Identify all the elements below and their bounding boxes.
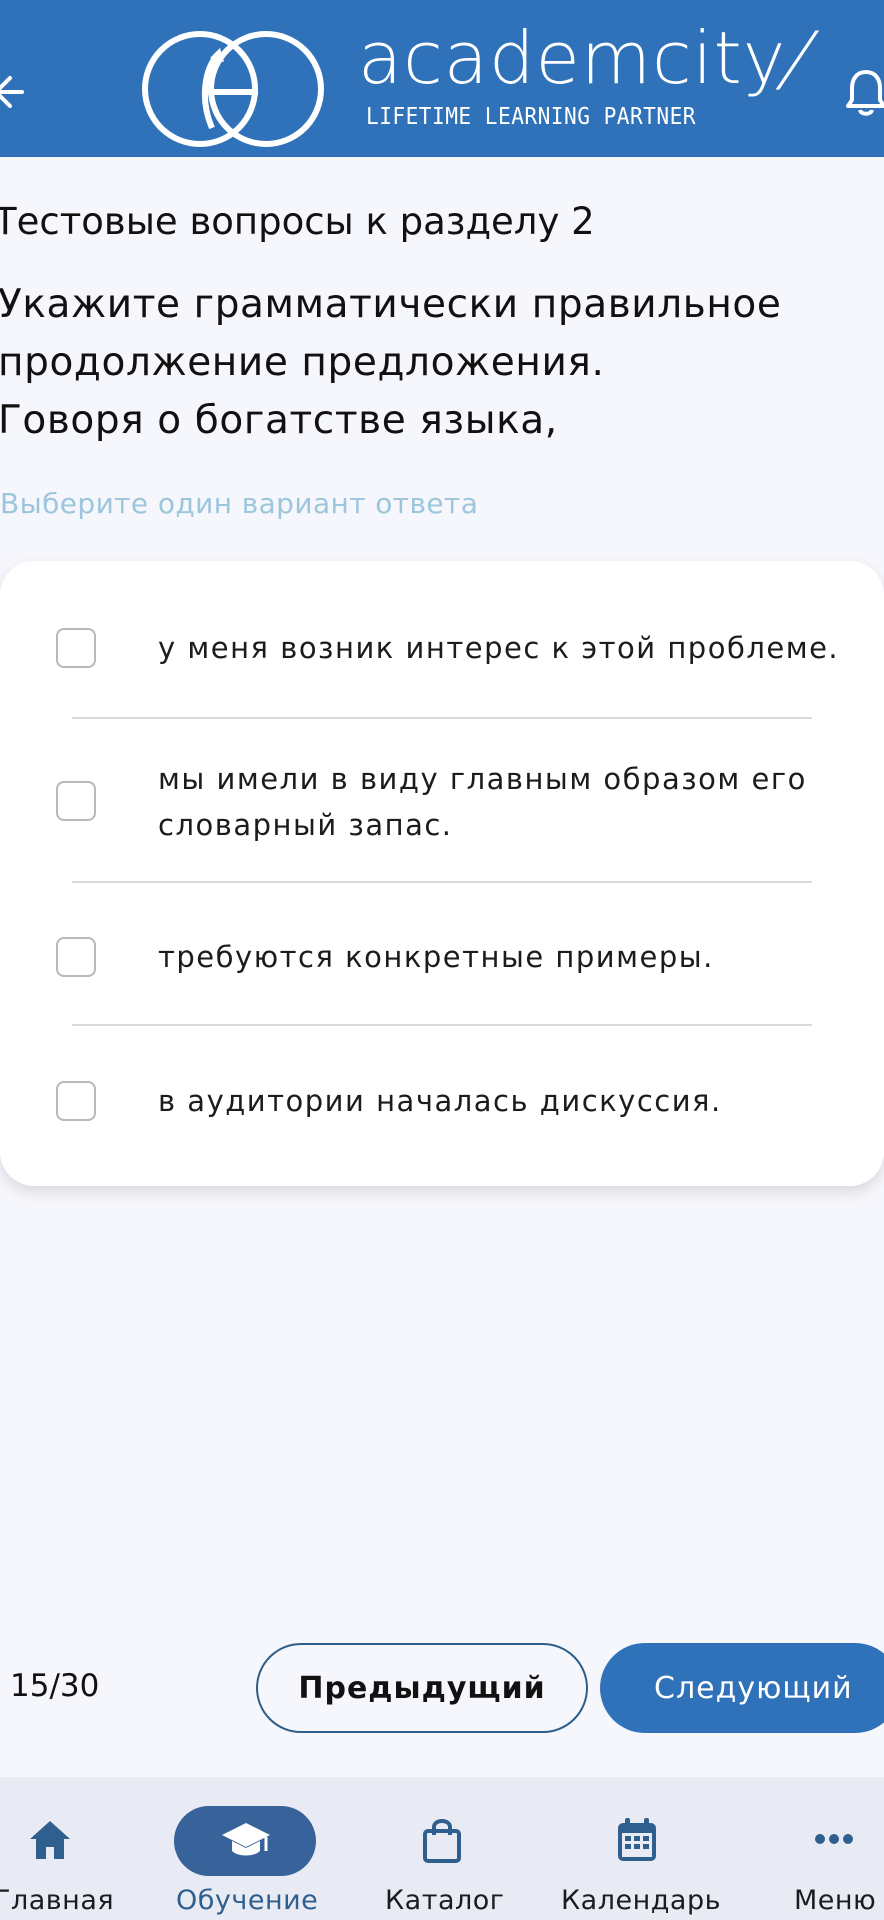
- back-arrow-icon[interactable]: [0, 70, 28, 114]
- tab-calendar[interactable]: Календарь: [560, 1777, 722, 1920]
- answer-option-text: требуются конкретные примеры.: [158, 940, 714, 974]
- logo-mark-icon: [142, 31, 324, 147]
- bottom-tab-bar: Главная Обучение Каталог Календарь Меню: [0, 1777, 884, 1920]
- answer-option[interactable]: мы имели в виду главным образом его слов…: [0, 719, 884, 881]
- answer-option-text: у меня возник интерес к этой проблеме.: [158, 631, 840, 665]
- graduation-cap-icon: [222, 1823, 270, 1856]
- bell-icon[interactable]: [846, 66, 884, 118]
- answer-checkbox[interactable]: [56, 781, 96, 821]
- tab-label: Обучение: [176, 1885, 319, 1916]
- answer-options-card: у меня возник интерес к этой проблеме. м…: [0, 561, 884, 1186]
- shopping-bag-icon: [423, 1819, 461, 1863]
- answer-option-text: в аудитории началась дискуссия.: [158, 1084, 722, 1118]
- question-line: продолжение предложения.: [0, 340, 605, 385]
- question-line: Укажите грамматически правильное: [0, 282, 782, 327]
- question-text: Укажите грамматически правильное продолж…: [0, 276, 858, 450]
- answer-hint: Выберите один вариант ответа: [0, 487, 479, 520]
- tab-label: Каталог: [385, 1885, 505, 1916]
- next-button[interactable]: Следующий: [600, 1643, 884, 1733]
- brand-name: academcity/: [358, 16, 827, 100]
- tab-catalog[interactable]: Каталог: [380, 1777, 504, 1920]
- answer-option[interactable]: у меня возник интерес к этой проблеме.: [0, 561, 884, 717]
- previous-button[interactable]: Предыдущий: [256, 1643, 588, 1733]
- more-dots-icon: [815, 1834, 853, 1844]
- answer-checkbox[interactable]: [56, 937, 96, 977]
- section-title: Тестовые вопросы к разделу 2: [0, 200, 595, 243]
- tab-label: Меню: [794, 1885, 877, 1916]
- app-header: academcity/ LIFETIME LEARNING PARTNER: [0, 0, 884, 157]
- tab-menu[interactable]: Меню: [790, 1777, 884, 1920]
- tab-label: Календарь: [561, 1885, 722, 1916]
- answer-option[interactable]: требуются конкретные примеры.: [0, 883, 884, 1024]
- question-line: Говоря о богатстве языка,: [0, 398, 558, 443]
- calendar-icon: [618, 1818, 656, 1861]
- tab-learning[interactable]: Обучение: [174, 1777, 319, 1920]
- tab-home[interactable]: Главная: [0, 1777, 114, 1920]
- answer-checkbox[interactable]: [56, 628, 96, 668]
- brand-tagline: LIFETIME LEARNING PARTNER: [366, 104, 696, 130]
- question-counter: 15/30: [10, 1668, 100, 1704]
- home-icon: [30, 1821, 70, 1859]
- answer-option-text: мы имели в виду главным образом его слов…: [158, 762, 807, 842]
- answer-checkbox[interactable]: [56, 1081, 96, 1121]
- answer-option[interactable]: в аудитории началась дискуссия.: [0, 1026, 884, 1186]
- tab-label: Главная: [0, 1885, 115, 1916]
